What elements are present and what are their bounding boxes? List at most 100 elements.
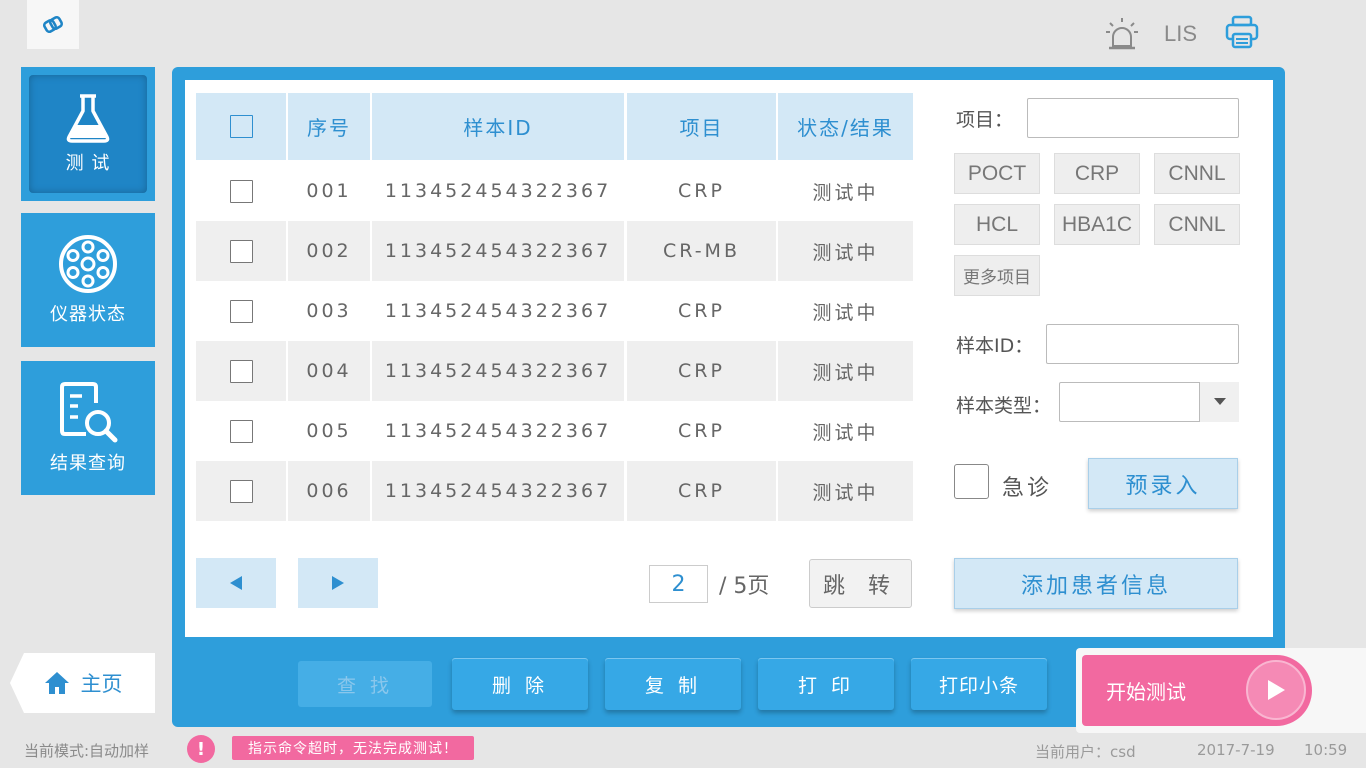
table-row[interactable]: 006 113452454322367 CRP 测试中	[196, 461, 913, 521]
row-sample-id: 113452454322367	[372, 461, 624, 521]
row-checkbox[interactable]	[229, 479, 253, 503]
row-checkbox[interactable]	[229, 179, 253, 203]
row-item: CRP	[627, 341, 776, 401]
jump-button[interactable]: 跳 转	[809, 559, 912, 608]
row-item: CRP	[627, 281, 776, 341]
chip-cnnl[interactable]: CNNL	[1154, 153, 1240, 194]
header-no: 序号	[288, 93, 370, 160]
urgent-label: 急诊	[1002, 476, 1053, 501]
header-item: 项目	[627, 93, 776, 160]
play-circle	[1246, 660, 1306, 720]
triangle-left-icon	[230, 576, 242, 590]
row-checkbox[interactable]	[229, 419, 253, 443]
app-logo	[27, 0, 79, 49]
status-time: 10:59	[1304, 741, 1348, 759]
rotor-icon	[59, 235, 117, 293]
sample-id-label: 样本ID：	[956, 335, 1034, 357]
page-number-input[interactable]: 2	[649, 565, 708, 603]
header-status: 状态/结果	[778, 93, 913, 160]
item-label: 项目：	[956, 109, 1014, 131]
item-input[interactable]	[1027, 98, 1239, 138]
chip-cnnl-2[interactable]: CNNL	[1154, 204, 1240, 245]
dropdown-arrow[interactable]	[1199, 382, 1239, 422]
prev-page-button[interactable]	[196, 558, 276, 608]
add-patient-button[interactable]: 添加患者信息	[954, 558, 1238, 609]
row-sample-id: 113452454322367	[372, 161, 624, 221]
triangle-right-icon	[332, 576, 344, 590]
nav-test[interactable]: 测 试	[21, 67, 155, 201]
chip-poct[interactable]: POCT	[954, 153, 1040, 194]
chip-hba1c[interactable]: HBA1C	[1054, 204, 1140, 245]
nav-instrument-status-label: 仪器状态	[50, 304, 126, 325]
play-icon	[1268, 680, 1285, 700]
start-test-button[interactable]: 开始测试	[1082, 655, 1312, 726]
home-label: 主页	[80, 672, 123, 696]
table-row[interactable]: 004 113452454322367 CRP 测试中	[196, 341, 913, 401]
find-button[interactable]: 查 找	[298, 661, 432, 707]
flask-icon	[66, 94, 110, 143]
home-icon	[44, 672, 69, 694]
start-test-label: 开始测试	[1106, 680, 1186, 704]
nav-result-query[interactable]: 结果查询	[21, 361, 155, 495]
chip-hcl[interactable]: HCL	[954, 204, 1040, 245]
table-header: 序号 样本ID 项目 状态/结果	[196, 93, 913, 160]
table-row[interactable]: 002 113452454322367 CR-MB 测试中	[196, 221, 913, 281]
row-no: 001	[288, 161, 370, 221]
sample-id-input[interactable]	[1046, 324, 1239, 364]
print-button[interactable]: 打 印	[758, 658, 894, 710]
row-status: 测试中	[778, 161, 913, 221]
row-status: 测试中	[778, 341, 913, 401]
sample-type-label: 样本类型：	[956, 395, 1052, 417]
table-row[interactable]: 003 113452454322367 CRP 测试中	[196, 281, 913, 341]
alarm-icon[interactable]	[1104, 16, 1140, 50]
row-checkbox[interactable]	[229, 239, 253, 263]
row-sample-id: 113452454322367	[372, 281, 624, 341]
row-no: 002	[288, 221, 370, 281]
row-sample-id: 113452454322367	[372, 341, 624, 401]
row-no: 004	[288, 341, 370, 401]
more-items-button[interactable]: 更多项目	[954, 255, 1040, 296]
document-search-icon	[60, 382, 118, 443]
select-all-checkbox[interactable]	[229, 115, 253, 138]
status-bar: 当前模式:自动加样 ! 指示命令超时，无法完成测试！ 当前用户：csd 2017…	[0, 733, 1366, 768]
nav-instrument-status[interactable]: 仪器状态	[21, 213, 155, 347]
row-status: 测试中	[778, 281, 913, 341]
nav-test-label: 测 试	[65, 153, 111, 174]
row-status: 测试中	[778, 461, 913, 521]
row-checkbox[interactable]	[229, 359, 253, 383]
row-no: 005	[288, 401, 370, 461]
delete-button[interactable]: 删 除	[452, 658, 588, 710]
page-total: / 5页	[719, 574, 770, 599]
row-item: CR-MB	[627, 221, 776, 281]
row-status: 测试中	[778, 221, 913, 281]
current-mode: 当前模式:自动加样	[24, 742, 150, 760]
header-sample-id: 样本ID	[372, 93, 624, 160]
next-page-button[interactable]	[298, 558, 378, 608]
row-item: CRP	[627, 161, 776, 221]
link-logo-icon	[42, 15, 64, 33]
home-button[interactable]: 主页	[10, 653, 155, 713]
current-user: 当前用户：csd	[1035, 743, 1136, 761]
pre-entry-button[interactable]: 预录入	[1088, 458, 1238, 509]
table-row[interactable]: 005 113452454322367 CRP 测试中	[196, 401, 913, 461]
row-status: 测试中	[778, 401, 913, 461]
chevron-down-icon	[1213, 398, 1226, 405]
table-row[interactable]: 001 113452454322367 CRP 测试中	[196, 161, 913, 221]
urgent-checkbox[interactable]	[954, 464, 989, 499]
copy-button[interactable]: 复 制	[605, 658, 741, 710]
row-sample-id: 113452454322367	[372, 221, 624, 281]
status-date: 2017-7-19	[1197, 741, 1275, 759]
row-no: 006	[288, 461, 370, 521]
row-item: CRP	[627, 461, 776, 521]
alert-icon[interactable]: !	[187, 735, 215, 763]
row-sample-id: 113452454322367	[372, 401, 624, 461]
print-slip-button[interactable]: 打印小条	[911, 658, 1047, 710]
nav-result-query-label: 结果查询	[50, 453, 126, 474]
row-item: CRP	[627, 401, 776, 461]
chip-crp[interactable]: CRP	[1054, 153, 1140, 194]
alert-message: 指示命令超时，无法完成测试！	[232, 736, 474, 760]
lis-button[interactable]: LIS	[1164, 21, 1197, 47]
row-checkbox[interactable]	[229, 299, 253, 323]
row-no: 003	[288, 281, 370, 341]
printer-icon[interactable]	[1224, 14, 1260, 50]
